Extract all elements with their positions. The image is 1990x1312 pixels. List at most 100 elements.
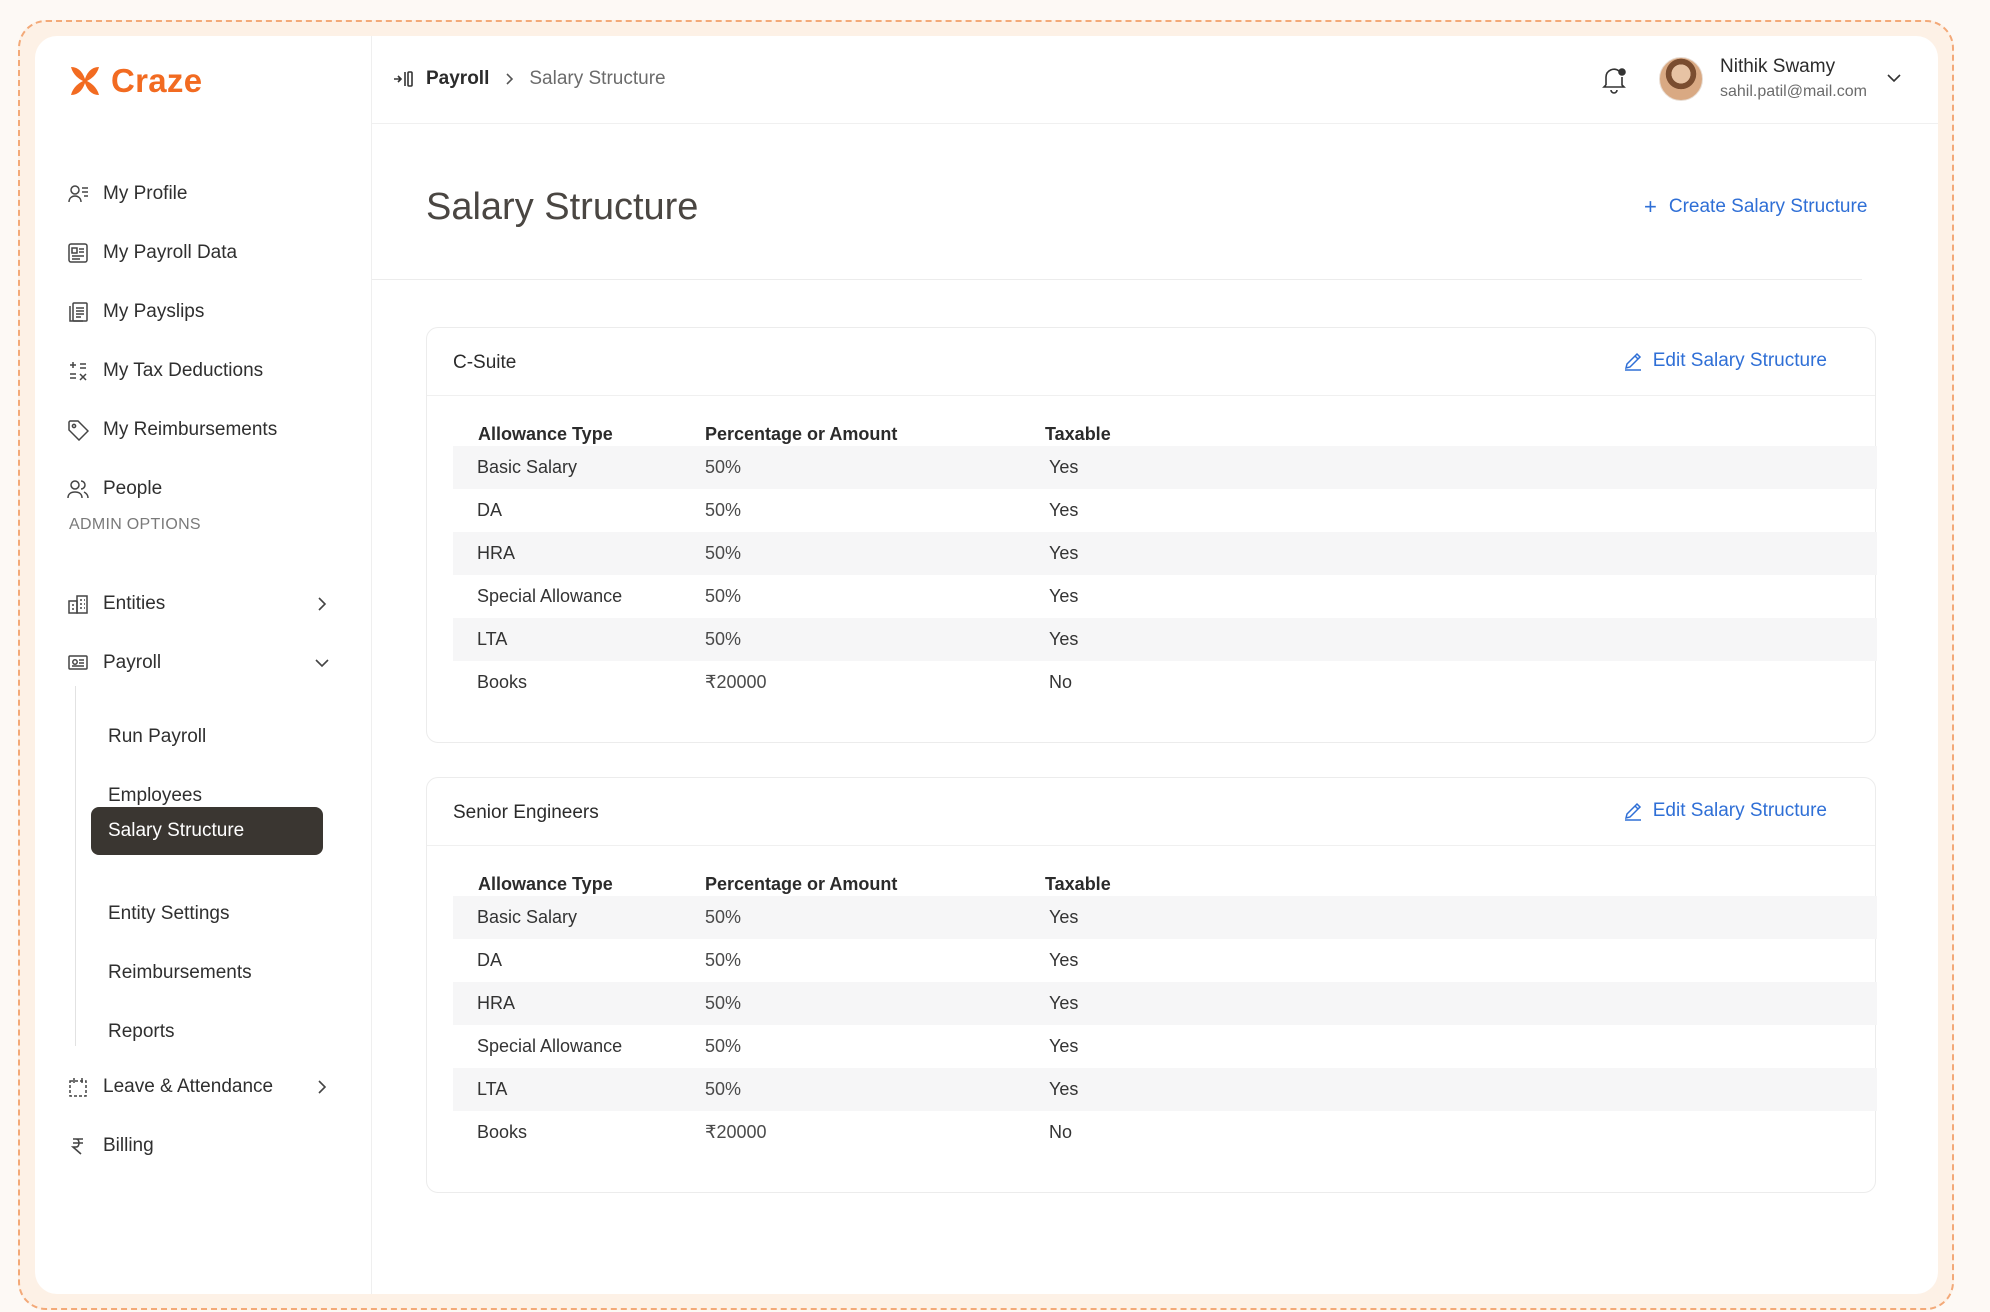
edit-salary-structure-label: Edit Salary Structure — [1652, 800, 1827, 821]
chevron-down-icon — [315, 659, 329, 668]
people-icon — [67, 478, 89, 500]
sidebar-item-label: Entities — [103, 593, 166, 614]
cell: 50% — [705, 586, 742, 606]
cell: 50% — [705, 993, 742, 1013]
sidebar-item-payroll[interactable]: Payroll — [67, 643, 332, 683]
cell: Books — [477, 672, 528, 692]
create-salary-structure-button[interactable]: + Create Salary Structure — [1644, 196, 1867, 218]
chevron-down-icon[interactable] — [1884, 68, 1904, 88]
chevron-right-icon — [318, 597, 327, 611]
cell: 50% — [705, 1036, 742, 1056]
user-lines-icon — [67, 183, 89, 205]
edit-salary-structure-label: Edit Salary Structure — [1652, 350, 1827, 371]
tag-icon — [67, 419, 89, 441]
sidebar-item-my-tax-deductions[interactable]: My Tax Deductions — [67, 351, 332, 391]
structure-name: C-Suite — [453, 352, 517, 373]
pencil-icon — [1624, 352, 1641, 371]
main-content: Payroll Salary Structure Nithik Swamy sa… — [372, 36, 1938, 1294]
allowance-table: Allowance Type Percentage or Amount Taxa… — [453, 874, 1877, 1154]
sidebar-subitem-run-payroll[interactable]: Run Payroll — [91, 713, 323, 761]
cell: Yes — [1049, 586, 1079, 606]
cell: Yes — [1049, 1079, 1079, 1099]
table-row: DA 50% Yes — [453, 489, 1877, 532]
cell: Yes — [1049, 950, 1079, 970]
table-row: Basic Salary 50% Yes — [453, 896, 1877, 939]
table-row: LTA 50% Yes — [453, 1068, 1877, 1111]
admin-options-label: ADMIN OPTIONS — [69, 516, 201, 533]
cell: Special Allowance — [477, 1036, 623, 1056]
sidebar-item-label: My Payslips — [103, 301, 205, 322]
documents-icon — [67, 301, 89, 323]
sidebar-item-my-profile[interactable]: My Profile — [67, 174, 332, 214]
notification-bell-icon[interactable] — [1600, 64, 1628, 94]
breadcrumb: Payroll Salary Structure — [426, 68, 666, 90]
cell: Books — [477, 1122, 528, 1142]
cell: Yes — [1049, 907, 1079, 927]
tax-icon — [67, 360, 89, 382]
divider — [372, 279, 1862, 280]
table-row: Books ₹20000 No — [453, 1111, 1877, 1154]
allowance-table: Allowance Type Percentage or Amount Taxa… — [453, 424, 1877, 704]
building-icon — [67, 593, 89, 615]
table-row: DA 50% Yes — [453, 939, 1877, 982]
cell: 50% — [705, 629, 742, 649]
user-name: Nithik Swamy — [1720, 56, 1836, 77]
cell: Basic Salary — [477, 907, 578, 927]
sidebar-subitem-reports[interactable]: Reports — [91, 1008, 323, 1056]
sidebar-item-entities[interactable]: Entities — [67, 584, 332, 624]
sidebar-item-billing[interactable]: Billing — [67, 1126, 332, 1166]
sidebar-item-label: Billing — [103, 1135, 154, 1156]
cell: Yes — [1049, 457, 1079, 477]
id-card-icon — [67, 242, 89, 264]
page-title: Salary Structure — [426, 186, 699, 228]
column-header: Taxable — [1045, 424, 1111, 444]
sidebar-item-my-payslips[interactable]: My Payslips — [67, 292, 332, 332]
column-header: Taxable — [1045, 874, 1111, 894]
cell: HRA — [477, 993, 516, 1013]
cell: DA — [477, 950, 503, 970]
submenu-line — [75, 686, 76, 1046]
table-row: Basic Salary 50% Yes — [453, 446, 1877, 489]
structure-name: Senior Engineers — [453, 802, 599, 823]
sidebar-subitem-salary-structure[interactable]: Salary Structure — [91, 807, 323, 855]
cell: Special Allowance — [477, 586, 623, 606]
sidebar-item-people[interactable]: People — [67, 469, 332, 509]
avatar[interactable] — [1659, 57, 1703, 101]
cell: Yes — [1049, 993, 1079, 1013]
cell: HRA — [477, 543, 516, 563]
cell: 50% — [705, 457, 742, 477]
column-header: Allowance Type — [478, 874, 613, 894]
plus-icon: + — [1644, 194, 1657, 219]
sidebar-item-label: My Tax Deductions — [103, 360, 264, 381]
logo-text: Craze — [111, 62, 203, 99]
cell: Basic Salary — [477, 457, 578, 477]
sidebar-item-label: People — [103, 478, 163, 499]
column-header: Allowance Type — [478, 424, 613, 444]
sidebar-item-my-payroll-data[interactable]: My Payroll Data — [67, 233, 332, 273]
edit-salary-structure-button[interactable]: Edit Salary Structure — [1623, 350, 1827, 372]
cell: No — [1049, 672, 1073, 692]
cell: ₹20000 — [705, 1122, 767, 1142]
chevron-right-icon — [318, 1080, 327, 1094]
sidebar-item-label: My Reimbursements — [103, 419, 278, 440]
breadcrumb-current: Salary Structure — [529, 68, 666, 89]
cell: No — [1049, 1122, 1073, 1142]
sidebar-item-label: My Payroll Data — [103, 242, 238, 263]
sidebar-item-leave-attendance[interactable]: Leave & Attendance — [67, 1067, 332, 1107]
topbar: Payroll Salary Structure Nithik Swamy sa… — [372, 36, 1938, 124]
sidebar-item-my-reimbursements[interactable]: My Reimbursements — [67, 410, 332, 450]
card-header: C-Suite Edit Salary Structure — [427, 328, 1875, 396]
sidebar-collapse-icon[interactable] — [392, 68, 414, 90]
breadcrumb-payroll[interactable]: Payroll — [426, 68, 489, 90]
payroll-icon — [67, 652, 89, 674]
cell: 50% — [705, 1079, 742, 1099]
craze-logo-icon — [71, 67, 99, 95]
logo[interactable]: Craze — [67, 62, 202, 100]
edit-salary-structure-button[interactable]: Edit Salary Structure — [1623, 800, 1827, 822]
sidebar-subitem-reimbursements[interactable]: Reimbursements — [91, 949, 323, 997]
sidebar-subitem-entity-settings[interactable]: Entity Settings — [91, 890, 323, 938]
sidebar-item-label: Leave & Attendance — [103, 1076, 274, 1097]
cell: LTA — [477, 629, 508, 649]
table-row: LTA 50% Yes — [453, 618, 1877, 661]
table-header: Allowance Type Percentage or Amount Taxa… — [453, 424, 1877, 446]
